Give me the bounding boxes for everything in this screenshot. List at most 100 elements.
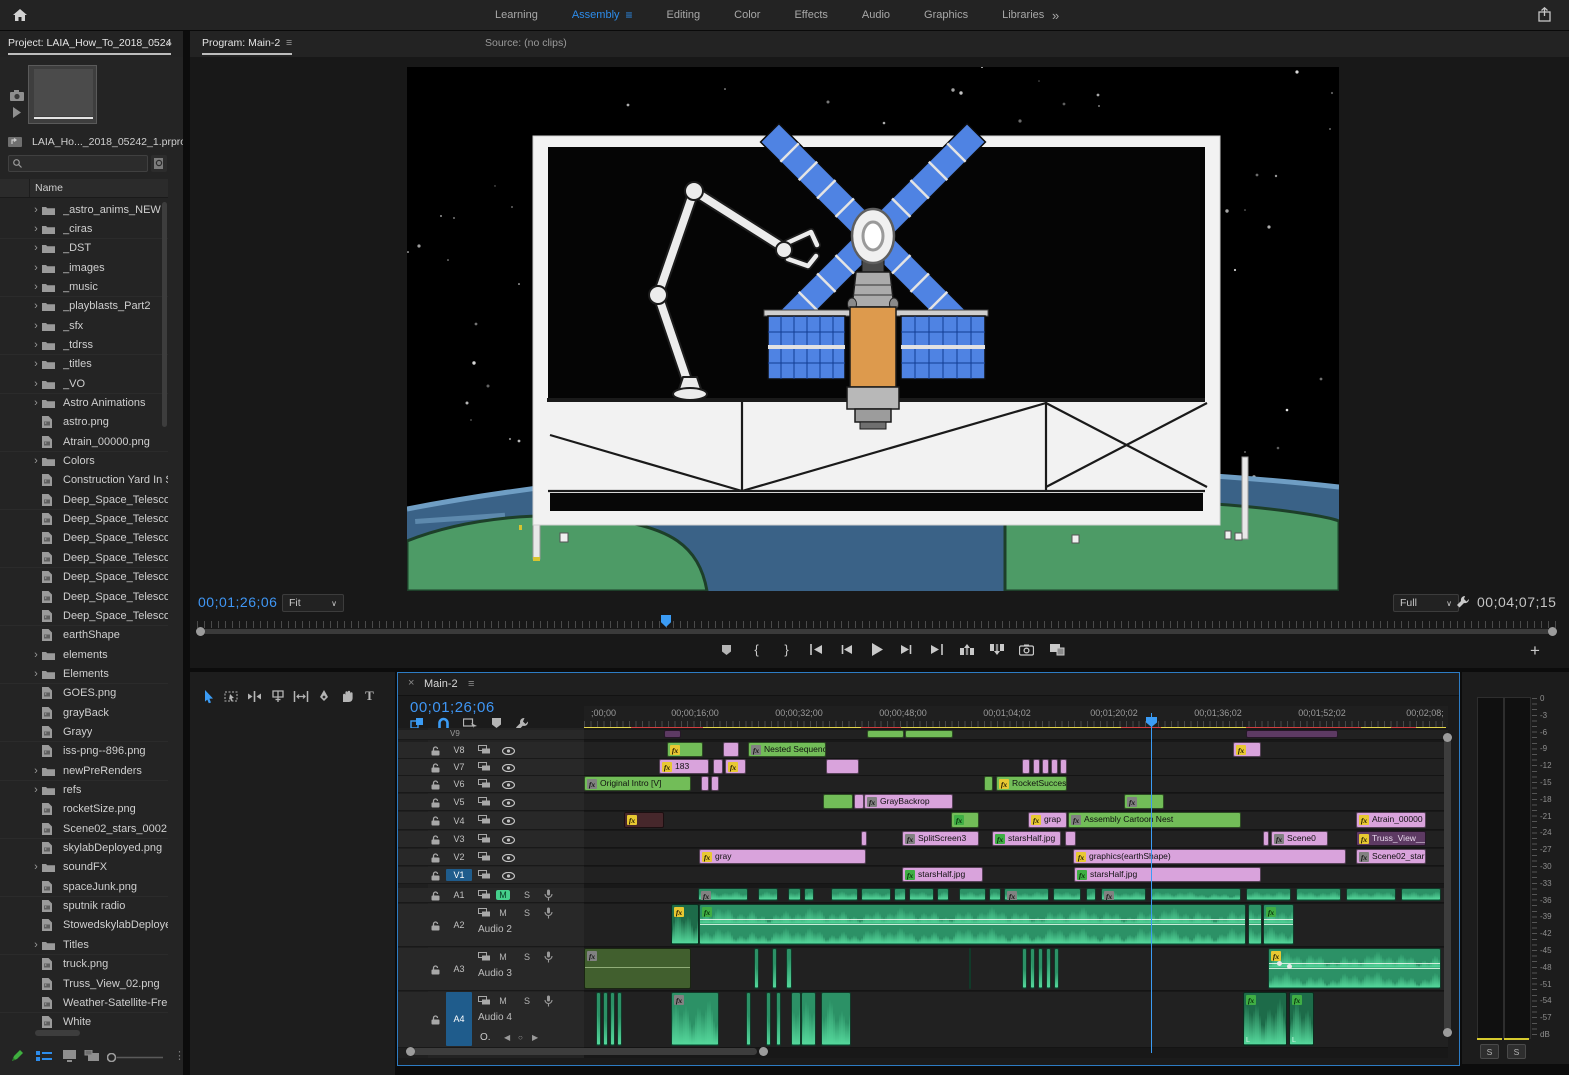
mark-out-button[interactable]: }: [778, 641, 795, 658]
clip-untitled[interactable]: fx: [667, 742, 703, 757]
preview-scrub-bar[interactable]: [34, 117, 93, 119]
mark-in-button[interactable]: {: [748, 641, 765, 658]
home-icon[interactable]: [12, 8, 28, 22]
list-item--tdrss[interactable]: ›_tdrss: [0, 335, 168, 355]
list-item-elements[interactable]: ›elements: [0, 645, 168, 665]
expand-chevron-icon[interactable]: ›: [30, 358, 42, 370]
audio-clip[interactable]: fx: [1101, 888, 1146, 901]
audio-clip[interactable]: [610, 992, 615, 1046]
project-vertical-scrollbar[interactable]: [162, 202, 167, 427]
track-lock-icon[interactable]: [431, 816, 441, 826]
timeline-horizontal-scrollbar[interactable]: [412, 1048, 757, 1055]
track-lock-icon[interactable]: [431, 891, 441, 901]
list-item-deep-space-telescop[interactable]: Deep_Space_Telescop: [0, 568, 168, 588]
expand-chevron-icon[interactable]: ›: [30, 784, 42, 796]
keyframe-add-button[interactable]: O.: [480, 1032, 491, 1043]
clip-untitled[interactable]: fx: [1233, 742, 1261, 757]
track-header-a3[interactable]: A3MSAudio 3: [398, 948, 584, 991]
track-lock-icon[interactable]: [431, 780, 441, 790]
list-item-truck-png[interactable]: truck.png: [0, 955, 168, 975]
comparison-view-button[interactable]: [1048, 641, 1065, 658]
tool-track-select[interactable]: [221, 684, 242, 708]
list-item--vo[interactable]: ›_VO: [0, 374, 168, 394]
search-input[interactable]: [8, 155, 148, 172]
list-item-astro-png[interactable]: astro.png: [0, 413, 168, 433]
audio-clip[interactable]: [959, 888, 986, 901]
audio-clip[interactable]: fx: [1263, 904, 1294, 945]
clip-untitled[interactable]: [1246, 730, 1338, 738]
mute-button[interactable]: M: [496, 890, 510, 900]
expand-chevron-icon[interactable]: ›: [30, 339, 42, 351]
tool-selection[interactable]: [198, 684, 219, 708]
timeline-ruler[interactable]: ;00;0000;00;16;0000;00;32;0000;00;48;000…: [584, 706, 1448, 729]
list-item-stowedskylabdeploye[interactable]: StowedskylabDeploye: [0, 916, 168, 936]
list-item-grayy[interactable]: Grayy: [0, 722, 168, 742]
audio-clip[interactable]: [766, 992, 771, 1046]
workspace-menu-icon[interactable]: ≡: [626, 8, 633, 22]
sync-lock-icon[interactable]: [478, 996, 491, 1005]
expand-chevron-icon[interactable]: ›: [30, 397, 42, 409]
solo-button[interactable]: S: [520, 908, 534, 918]
expand-chevron-icon[interactable]: ›: [30, 765, 42, 777]
list-item-sputnik-radio[interactable]: sputnik radio: [0, 897, 168, 917]
clip-183[interactable]: fx183: [659, 759, 709, 774]
track-output-eye-icon[interactable]: [502, 854, 515, 862]
track-lock-icon[interactable]: [431, 921, 441, 931]
track-name-a3[interactable]: A3: [446, 963, 472, 975]
track-output-eye-icon[interactable]: [502, 872, 515, 880]
clip-assembly-cartoon-nest[interactable]: fxAssembly Cartoon Nest: [1068, 812, 1241, 828]
list-item-white[interactable]: White: [0, 1013, 168, 1032]
list-view-icon[interactable]: [36, 1050, 52, 1062]
audio-clip[interactable]: [1054, 948, 1059, 989]
clip-untitled[interactable]: [1060, 759, 1067, 774]
clip-untitled[interactable]: fx: [624, 812, 664, 828]
export-frame-button[interactable]: [1018, 641, 1035, 658]
playback-resolution-select[interactable]: Full∨: [1393, 594, 1459, 612]
audio-clip[interactable]: [909, 888, 934, 901]
track-lock-icon[interactable]: [431, 798, 441, 808]
track-output-eye-icon[interactable]: [502, 781, 515, 789]
program-zoom-scrollbar[interactable]: [200, 629, 1553, 634]
voiceover-mic-icon[interactable]: [544, 995, 553, 1007]
track-name-a1[interactable]: A1: [446, 889, 472, 901]
list-item-grayback[interactable]: grayBack: [0, 703, 168, 723]
workspace-tab-color[interactable]: Color: [734, 9, 760, 21]
keyframe-next-button[interactable]: ▶: [532, 1033, 538, 1042]
workspace-tab-libraries[interactable]: Libraries: [1002, 9, 1044, 21]
track-lane-v1[interactable]: [584, 867, 1448, 884]
timeline-vscroll-handle-bottom[interactable]: [1443, 1028, 1452, 1037]
clip-untitled[interactable]: [1065, 831, 1076, 846]
tool-pen[interactable]: [313, 684, 334, 708]
clip-untitled[interactable]: [711, 776, 719, 791]
sync-lock-icon[interactable]: [478, 779, 491, 788]
audio-clip[interactable]: fx: [1004, 888, 1049, 901]
track-header-v6[interactable]: V6: [398, 776, 584, 793]
audio-clip[interactable]: [603, 992, 608, 1046]
tool-slip[interactable]: [290, 684, 311, 708]
keyframe-prev-button[interactable]: ◀: [504, 1033, 510, 1042]
list-item-deep-space-telescop[interactable]: Deep_Space_Telescop: [0, 587, 168, 607]
track-output-eye-icon[interactable]: [502, 836, 515, 844]
clip-untitled[interactable]: [723, 742, 739, 757]
program-zoom-handle-left[interactable]: [196, 627, 205, 636]
clip-starshalf-jpg[interactable]: fxstarsHalf.jpg: [992, 831, 1061, 846]
preview-thumbnail[interactable]: [28, 65, 97, 124]
audio-clip[interactable]: [754, 948, 759, 989]
audio-clip[interactable]: [989, 888, 1001, 901]
expand-chevron-icon[interactable]: ›: [30, 262, 42, 274]
camera-icon[interactable]: [10, 90, 24, 101]
list-item-construction-yard-in-s[interactable]: Construction Yard In S: [0, 471, 168, 491]
track-header-v5[interactable]: V5: [398, 794, 584, 811]
clip-atrain-00000[interactable]: fxAtrain_00000: [1356, 812, 1426, 828]
list-item-earthshape[interactable]: earthShape: [0, 626, 168, 646]
list-item-rocketsize-png[interactable]: rocketSize.png: [0, 800, 168, 820]
track-output-eye-icon[interactable]: [502, 764, 515, 772]
icon-view-icon[interactable]: [62, 1050, 77, 1062]
list-item--astro-anims-new[interactable]: ›_astro_anims_NEW: [0, 200, 168, 220]
find-bin-icon[interactable]: [151, 155, 167, 172]
audio-clip[interactable]: fx: [671, 904, 699, 945]
play-button[interactable]: [868, 641, 885, 658]
track-name-v5[interactable]: V5: [446, 796, 472, 808]
sync-lock-icon[interactable]: [478, 870, 491, 879]
freeform-view-icon[interactable]: [84, 1050, 101, 1062]
